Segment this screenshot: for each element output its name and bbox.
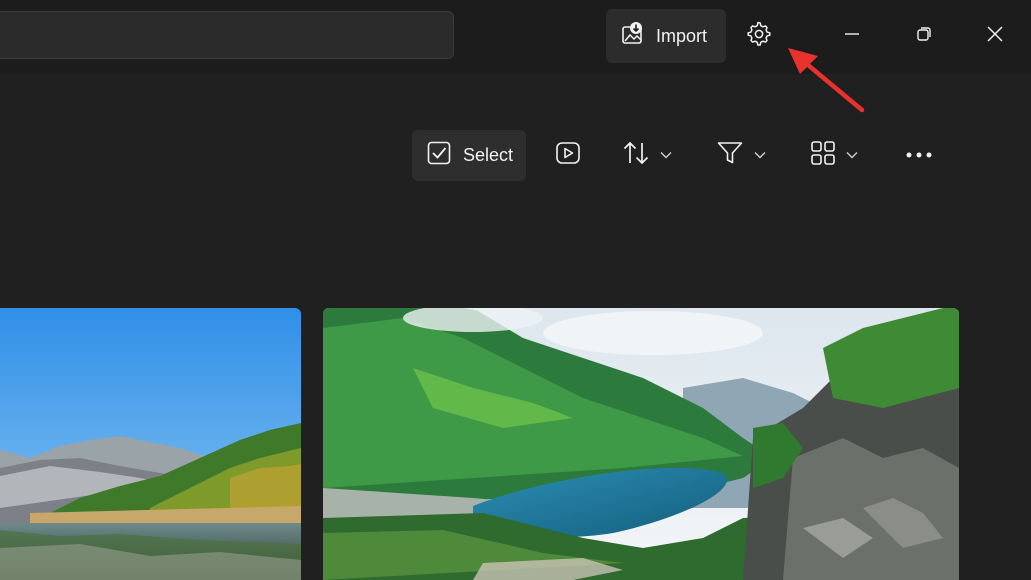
chevron-down-icon (660, 146, 672, 164)
settings-button[interactable] (739, 16, 779, 56)
minimize-button[interactable] (832, 16, 872, 56)
select-button[interactable]: Select (412, 130, 526, 181)
lake-forest-mountains-image (0, 308, 301, 580)
filter-icon (716, 140, 744, 171)
photo-thumbnail[interactable] (0, 308, 301, 580)
chevron-down-icon (846, 146, 858, 164)
import-photo-icon (620, 21, 646, 52)
photo-thumbnail[interactable] (323, 308, 959, 580)
filter-button[interactable] (716, 138, 780, 172)
restore-button[interactable] (904, 16, 944, 56)
close-button[interactable] (975, 16, 1015, 56)
checkbox-icon (427, 141, 451, 170)
view-icon (810, 140, 836, 171)
chevron-down-icon (754, 146, 766, 164)
slideshow-button[interactable] (552, 138, 584, 172)
mountain-valley-lake-image (323, 308, 959, 580)
title-bar: Import (0, 0, 1031, 74)
sort-button[interactable] (622, 138, 686, 172)
more-options-button[interactable] (900, 138, 938, 172)
close-icon (986, 25, 1004, 48)
import-label: Import (656, 25, 708, 46)
gear-icon (746, 21, 772, 52)
slideshow-icon (555, 141, 581, 170)
more-icon (905, 146, 933, 164)
view-button[interactable] (810, 138, 874, 172)
search-input[interactable] (0, 11, 454, 59)
restore-icon (915, 25, 933, 48)
sort-icon (622, 140, 650, 171)
select-label: Select (463, 145, 514, 165)
minimize-icon (843, 25, 861, 48)
import-button[interactable]: Import (606, 9, 726, 63)
